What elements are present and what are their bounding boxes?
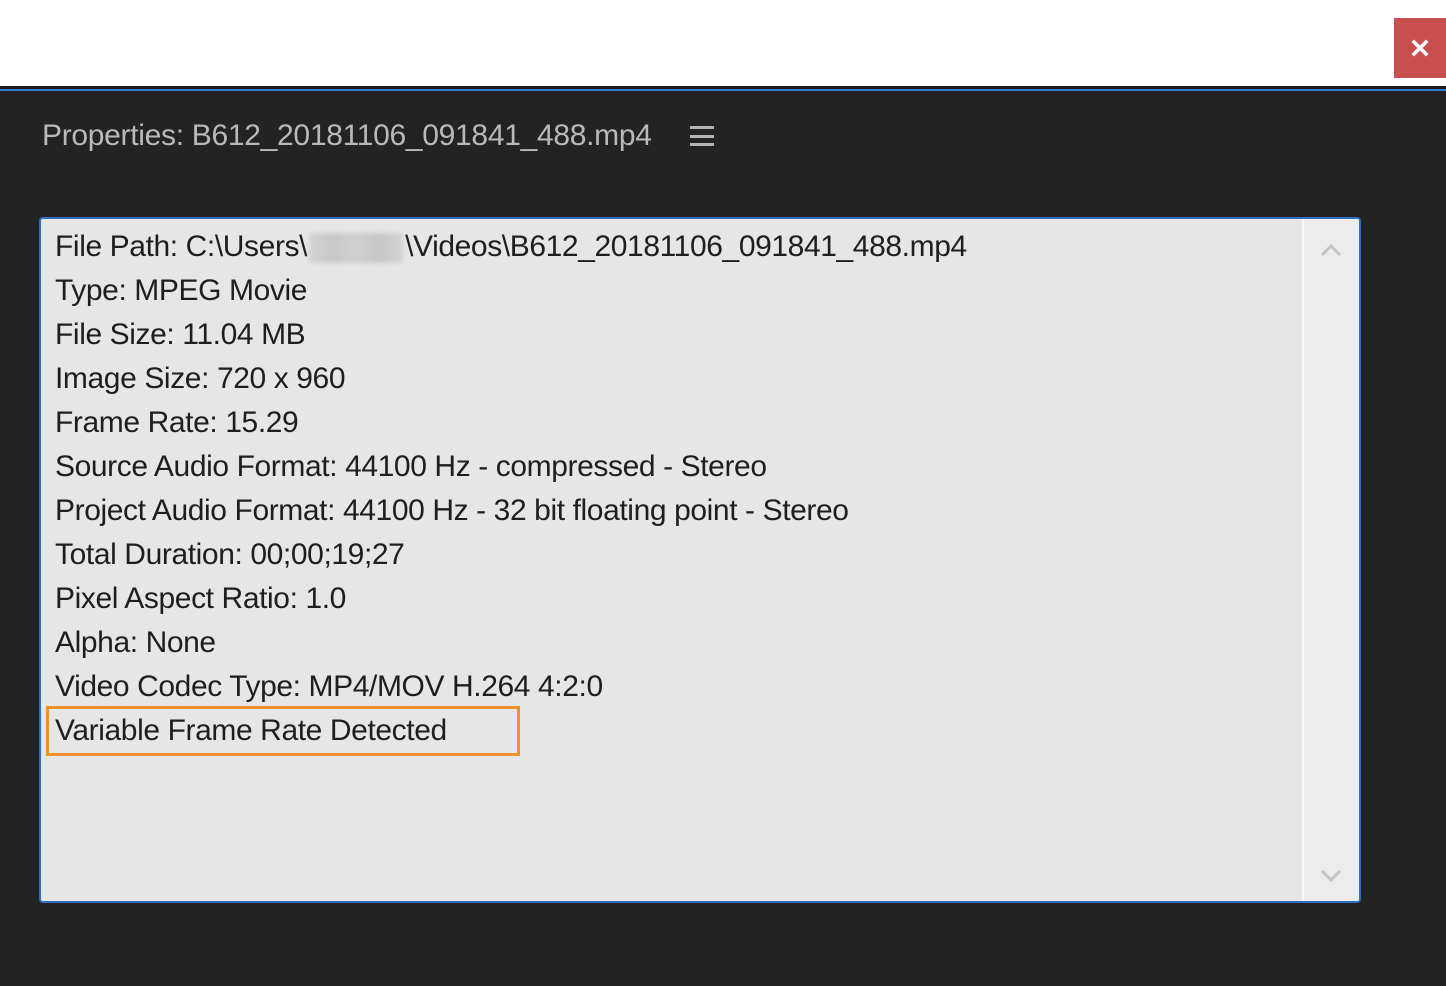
chevron-up-icon: [1319, 242, 1343, 258]
property-video-codec-type: Video Codec Type: MP4/MOV H.264 4:2:0: [55, 665, 1299, 709]
scroll-up-button[interactable]: [1316, 235, 1346, 265]
property-frame-rate: Frame Rate: 15.29: [55, 401, 1299, 445]
property-source-audio-format: Source Audio Format: 44100 Hz - compress…: [55, 445, 1299, 489]
close-button[interactable]: [1394, 18, 1446, 78]
property-alpha: Alpha: None: [55, 621, 1299, 665]
property-variable-frame-rate: Variable Frame Rate Detected: [55, 709, 1299, 753]
file-path-suffix: \Videos\B612_20181106_091841_488.mp4: [405, 230, 967, 263]
window-title-bar: [0, 0, 1446, 86]
vertical-scrollbar[interactable]: [1302, 219, 1359, 901]
redacted-username: [309, 233, 403, 263]
property-type: Type: MPEG Movie: [55, 269, 1299, 313]
properties-text-area[interactable]: File Path: C:\Users\ \Videos\B612_2018110…: [39, 217, 1361, 903]
properties-list: File Path: C:\Users\ \Videos\B612_2018110…: [55, 225, 1299, 753]
panel-title: Properties: B612_20181106_091841_488.mp4: [42, 119, 652, 153]
property-project-audio-format: Project Audio Format: 44100 Hz - 32 bit …: [55, 489, 1299, 533]
file-path-prefix: File Path: C:\Users\: [55, 230, 307, 263]
property-image-size: Image Size: 720 x 960: [55, 357, 1299, 401]
property-file-path: File Path: C:\Users\ \Videos\B612_2018110…: [55, 225, 1299, 269]
scroll-down-button[interactable]: [1316, 861, 1346, 891]
hamburger-menu-icon[interactable]: [690, 126, 714, 146]
property-total-duration: Total Duration: 00;00;19;27: [55, 533, 1299, 577]
property-file-size: File Size: 11.04 MB: [55, 313, 1299, 357]
property-pixel-aspect-ratio: Pixel Aspect Ratio: 1.0: [55, 577, 1299, 621]
close-icon: [1411, 39, 1429, 57]
chevron-down-icon: [1319, 868, 1343, 884]
panel-header: Properties: B612_20181106_091841_488.mp4: [42, 116, 714, 156]
